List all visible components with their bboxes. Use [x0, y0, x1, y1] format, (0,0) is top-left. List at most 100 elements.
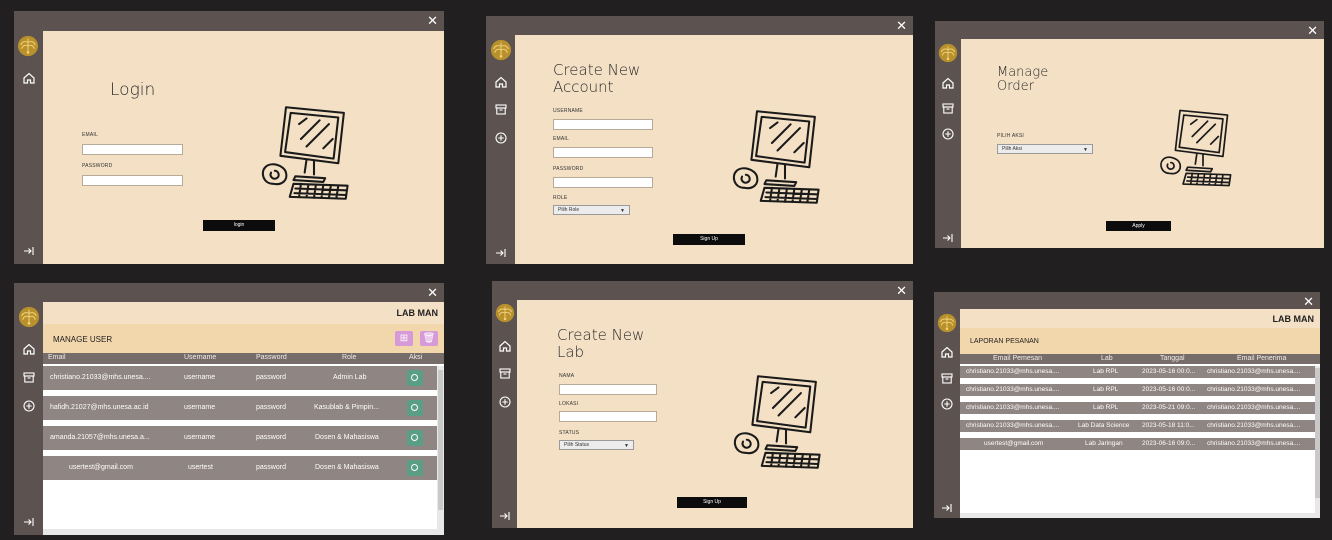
vertical-scrollbar[interactable]	[1315, 366, 1320, 518]
sidebar	[935, 39, 961, 248]
column-email-pemesan: Email Pemesan	[993, 355, 1043, 362]
table-row[interactable]: hafidh.21027@mhs.unesa.ac.id username pa…	[43, 396, 437, 420]
cell-username: username	[184, 434, 216, 441]
table-row[interactable]: christiano.21033@mhs.unesa.... Lab RPL 2…	[960, 366, 1315, 378]
add-icon[interactable]	[941, 127, 955, 141]
cell-email: christiano.21033@mhs.unesa....	[50, 374, 151, 381]
horizontal-scrollbar[interactable]	[43, 529, 437, 535]
orders-icon[interactable]	[22, 370, 36, 384]
create-lab-window: ✕ Create New Lab NAMA LOKASI STATUS Pili…	[492, 281, 913, 528]
add-user-button[interactable]: ⊞	[395, 331, 413, 346]
logout-icon[interactable]	[498, 509, 512, 523]
cell-email: hafidh.21027@mhs.unesa.ac.id	[50, 404, 149, 411]
create-account-content: Create New Account USERNAME EMAIL PASSWO…	[515, 35, 913, 264]
cell-email: christiano.21033@mhs.unesa....	[966, 404, 1060, 411]
login-button[interactable]: login	[203, 220, 275, 231]
computer-illustration	[730, 370, 842, 474]
table-row[interactable]: christiano.21033@mhs.unesa.... Lab RPL 2…	[960, 402, 1315, 414]
apply-button[interactable]: Apply	[1106, 221, 1171, 231]
view-user-button[interactable]	[407, 460, 423, 476]
role-select[interactable]: Pilih Role ▼	[553, 205, 630, 215]
home-icon[interactable]	[498, 339, 512, 353]
add-icon[interactable]	[498, 395, 512, 409]
cell-email: usertest@gmail.com	[984, 440, 1044, 447]
lab-location-field[interactable]	[559, 411, 657, 422]
logout-icon[interactable]	[22, 244, 36, 258]
table-row[interactable]: christiano.21033@mhs.unesa.... Lab RPL 2…	[960, 384, 1315, 396]
table-row[interactable]: amanda.21057@mhs.unesa.a... username pas…	[43, 426, 437, 450]
orders-icon[interactable]	[494, 102, 508, 116]
sidebar	[14, 31, 43, 264]
home-icon[interactable]	[940, 345, 954, 359]
home-icon[interactable]	[22, 71, 36, 85]
cell-receiver: christiano.21033@mhs.unesa....	[1207, 386, 1301, 393]
page-title-line1: Manage	[997, 65, 1049, 80]
manage-order-content: Manage Order PILIH AKSI Pilih Aksi ▼ App…	[961, 39, 1324, 248]
login-window: ✕ Login EMAIL PASSWORD login	[14, 11, 444, 264]
column-lab: Lab	[1101, 355, 1113, 362]
title-bar: ✕	[14, 283, 444, 302]
table-row[interactable]: usertest@gmail.com usertest password Dos…	[43, 456, 437, 480]
close-icon[interactable]: ✕	[1307, 23, 1318, 39]
page-title-line1: Create New	[553, 61, 641, 79]
password-field[interactable]	[553, 177, 653, 188]
close-icon[interactable]: ✕	[427, 285, 438, 301]
home-icon[interactable]	[494, 75, 508, 89]
action-select[interactable]: Pilih Aksi ▼	[997, 144, 1093, 154]
app-title: LAB MAN	[396, 308, 439, 318]
sidebar	[492, 300, 517, 528]
logout-icon[interactable]	[940, 501, 954, 515]
view-user-button[interactable]	[407, 370, 423, 386]
delete-user-button[interactable]: 🗑	[420, 331, 438, 346]
page-title-line1: Create New	[557, 326, 645, 344]
scrollbar-thumb[interactable]	[1315, 368, 1320, 498]
orders-icon[interactable]	[940, 371, 954, 385]
panel-header: LAPORAN PESANAN	[960, 328, 1320, 354]
add-icon[interactable]	[494, 131, 508, 145]
table-row[interactable]: christiano.21033@mhs.unesa.... Lab Data …	[960, 420, 1315, 432]
close-icon[interactable]: ✕	[427, 13, 438, 29]
table-row[interactable]: christiano.21033@mhs.unesa.... username …	[43, 366, 437, 390]
password-field[interactable]	[82, 175, 183, 186]
create-account-window: ✕ Create New Account USERNAME EMAIL PASS…	[486, 16, 913, 264]
username-field[interactable]	[553, 119, 653, 130]
orders-icon[interactable]	[941, 101, 955, 115]
lab-name-field[interactable]	[559, 384, 657, 395]
status-select[interactable]: Pilih Status ▼	[559, 440, 634, 450]
home-icon[interactable]	[941, 76, 955, 90]
cell-password: password	[256, 374, 286, 381]
location-label: LOKASI	[559, 401, 579, 407]
home-icon[interactable]	[22, 342, 36, 356]
cell-role: Kasublab & Pimpin...	[314, 404, 379, 411]
vertical-scrollbar[interactable]	[437, 366, 444, 535]
view-user-button[interactable]	[407, 430, 423, 446]
email-field[interactable]	[82, 144, 183, 155]
column-email: Email	[48, 354, 66, 361]
add-icon[interactable]	[22, 399, 36, 413]
logout-icon[interactable]	[22, 515, 36, 529]
close-icon[interactable]: ✕	[896, 18, 907, 34]
role-select-value: Pilih Role	[558, 207, 580, 213]
scrollbar-thumb[interactable]	[438, 370, 443, 510]
table-row[interactable]: usertest@gmail.com Lab Jaringan 2023-06-…	[960, 438, 1315, 450]
view-user-button[interactable]	[407, 400, 423, 416]
orders-icon[interactable]	[498, 366, 512, 380]
sign-up-button[interactable]: Sign Up	[677, 497, 747, 508]
close-icon[interactable]: ✕	[896, 283, 907, 299]
horizontal-scrollbar[interactable]	[960, 513, 1315, 518]
add-icon[interactable]	[940, 397, 954, 411]
cell-email: usertest@gmail.com	[69, 464, 133, 471]
logout-icon[interactable]	[494, 246, 508, 260]
email-field[interactable]	[553, 147, 653, 158]
logout-icon[interactable]	[941, 231, 955, 245]
login-content: Login EMAIL PASSWORD login	[43, 31, 444, 264]
sign-up-button[interactable]: Sign Up	[673, 234, 745, 245]
cell-date: 2023-05-16 00:0...	[1142, 386, 1196, 393]
cell-receiver: christiano.21033@mhs.unesa....	[1207, 422, 1301, 429]
chevron-down-icon: ▼	[620, 208, 625, 214]
close-icon[interactable]: ✕	[1303, 294, 1314, 310]
title-bar: ✕	[492, 281, 913, 300]
cell-role: Dosen & Mahasiswa	[315, 464, 379, 471]
cell-lab: Lab RPL	[1093, 386, 1119, 393]
panel-title: MANAGE USER	[53, 335, 113, 344]
